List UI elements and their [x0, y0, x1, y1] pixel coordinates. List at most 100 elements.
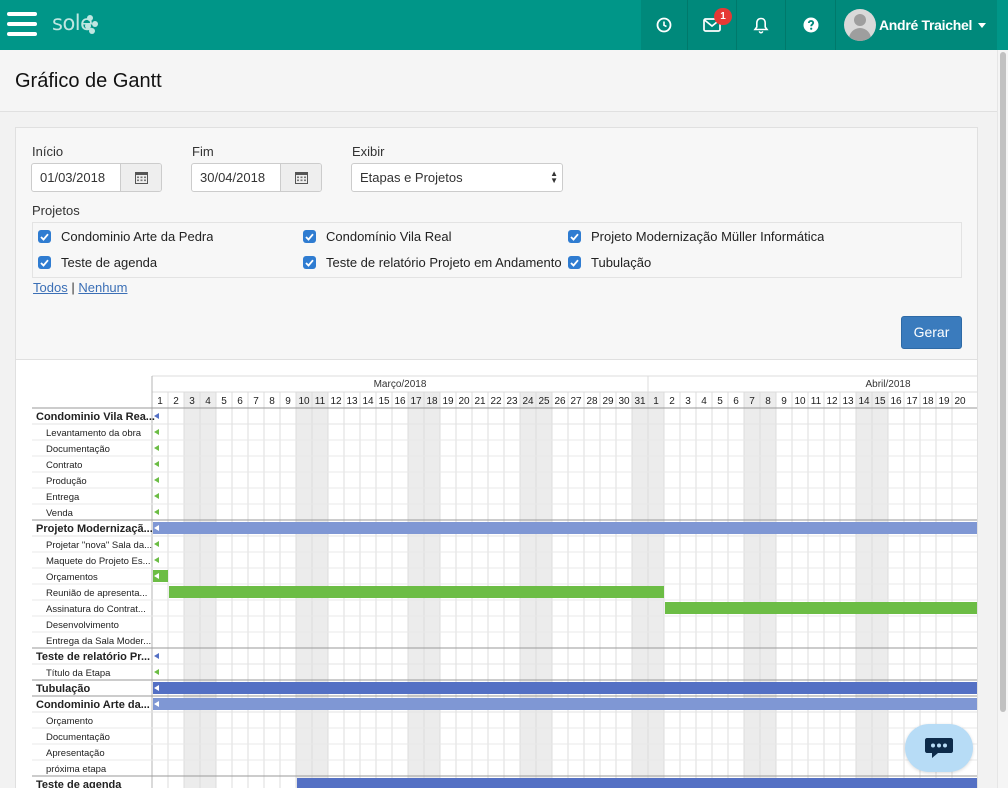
day-label: 28	[586, 396, 598, 407]
day-label: 6	[733, 396, 739, 407]
generate-button[interactable]: Gerar	[901, 316, 962, 349]
day-label: 11	[315, 396, 326, 407]
weekend-column	[744, 392, 760, 788]
gantt-bar	[665, 602, 977, 614]
top-navbar: sole 1 André Traichel	[0, 0, 1008, 50]
link-separator: |	[71, 280, 75, 295]
avatar	[844, 9, 876, 41]
task-row-label: Venda	[46, 508, 74, 519]
gantt-panel: Início 01/03/2018 Fim 30/04/2018 Exibir …	[15, 127, 978, 788]
checkbox-checked-icon[interactable]	[303, 230, 316, 243]
gantt-bar	[153, 682, 977, 694]
day-label: 4	[205, 396, 211, 407]
projects-label: Projetos	[32, 203, 80, 218]
task-row-label: Documentação	[46, 444, 110, 455]
project-row-label: Tubulação	[36, 683, 90, 695]
start-arrow-icon	[154, 429, 159, 435]
day-label: 2	[669, 396, 675, 407]
start-date-field[interactable]: 01/03/2018	[31, 163, 162, 192]
select-all-link[interactable]: Todos	[33, 280, 68, 295]
day-label: 19	[442, 396, 454, 407]
project-checkbox[interactable]: Teste de relatório Projeto em Andamento	[303, 255, 563, 270]
bell-icon	[753, 17, 769, 34]
notifications-button[interactable]	[736, 0, 785, 50]
history-button[interactable]	[641, 0, 687, 50]
day-label: 30	[618, 396, 630, 407]
menu-icon[interactable]	[7, 12, 37, 38]
logo-dots-icon	[83, 13, 98, 35]
day-label: 7	[749, 396, 755, 407]
task-row-label: Entrega	[46, 492, 80, 503]
checkbox-checked-icon[interactable]	[568, 256, 581, 269]
day-label: 6	[237, 396, 243, 407]
messages-button[interactable]: 1	[687, 0, 736, 50]
chat-button[interactable]	[905, 724, 973, 772]
day-label: 27	[570, 396, 582, 407]
day-label: 16	[890, 396, 902, 407]
day-label: 14	[858, 396, 870, 407]
end-date-field[interactable]: 30/04/2018	[191, 163, 322, 192]
weekend-column	[872, 392, 888, 788]
projects-checkbox-list: Condominio Arte da Pedra Condomínio Vila…	[32, 222, 962, 278]
day-label: 14	[362, 396, 374, 407]
day-label: 1	[653, 396, 659, 407]
day-label: 3	[189, 396, 195, 407]
start-date-value[interactable]: 01/03/2018	[32, 164, 120, 191]
user-menu[interactable]: André Traichel	[835, 0, 997, 50]
day-label: 10	[794, 396, 806, 407]
scrollbar-thumb[interactable]	[1000, 52, 1006, 712]
day-label: 15	[378, 396, 390, 407]
weekend-column	[760, 392, 776, 788]
checkbox-checked-icon[interactable]	[38, 230, 51, 243]
start-arrow-icon	[154, 541, 159, 547]
start-label: Início	[32, 144, 64, 159]
chevron-down-icon	[978, 22, 987, 28]
project-checkbox[interactable]: Condomínio Vila Real	[303, 229, 563, 244]
project-checkbox[interactable]: Tubulação	[568, 255, 958, 270]
page-scrollbar[interactable]	[997, 50, 1008, 788]
checkbox-checked-icon[interactable]	[303, 256, 316, 269]
task-row-label: Título da Etapa	[46, 668, 111, 679]
gantt-chart: Março/2018 Abril/2018 1 2 3 4 5 6 7 8 9 10 11 12 13 14 1…	[16, 360, 977, 788]
weekend-column	[856, 392, 872, 788]
task-row-label: Orçamentos	[46, 572, 98, 583]
gantt-bar	[153, 522, 977, 534]
help-button[interactable]	[785, 0, 835, 50]
end-date-value[interactable]: 30/04/2018	[192, 164, 280, 191]
month-label: Abril/2018	[865, 379, 910, 390]
day-label: 23	[506, 396, 518, 407]
day-label: 20	[954, 396, 966, 407]
day-label: 7	[253, 396, 259, 407]
day-label: 26	[554, 396, 566, 407]
project-row-label: Condominio Vila Rea...	[36, 411, 155, 423]
day-label: 8	[765, 396, 771, 407]
calendar-icon[interactable]	[280, 164, 321, 191]
day-label: 8	[269, 396, 275, 407]
show-select[interactable]: Etapas e Projetos ▲ ▼	[351, 163, 563, 192]
select-none-link[interactable]: Nenhum	[78, 280, 127, 295]
project-row-label: Teste de agenda	[36, 779, 122, 788]
project-row-label: Projeto Modernizaçã...	[36, 523, 153, 535]
day-label: 9	[781, 396, 787, 407]
day-label: 5	[221, 396, 227, 407]
gantt-bar	[297, 778, 977, 788]
start-arrow-icon	[154, 557, 159, 563]
task-row-label: Produção	[46, 476, 87, 487]
day-label: 29	[602, 396, 614, 407]
task-row-label: Maquete do Projeto Es...	[46, 556, 151, 567]
user-name: André Traichel	[879, 17, 973, 33]
checkbox-checked-icon[interactable]	[38, 256, 51, 269]
select-arrows-icon: ▲ ▼	[550, 169, 558, 185]
checkbox-checked-icon[interactable]	[568, 230, 581, 243]
calendar-icon[interactable]	[120, 164, 161, 191]
project-checkbox[interactable]: Projeto Modernização Müller Informática	[568, 229, 958, 244]
day-label: 5	[717, 396, 723, 407]
project-checkbox[interactable]: Condominio Arte da Pedra	[38, 229, 298, 244]
clock-icon	[656, 17, 672, 33]
show-select-value: Etapas e Projetos	[360, 170, 463, 185]
project-checkbox[interactable]: Teste de agenda	[38, 255, 298, 270]
select-links: Todos | Nenhum	[33, 280, 127, 295]
task-row-label: Orçamento	[46, 716, 93, 727]
page-title: Gráfico de Gantt	[15, 70, 162, 92]
day-label: 22	[490, 396, 502, 407]
